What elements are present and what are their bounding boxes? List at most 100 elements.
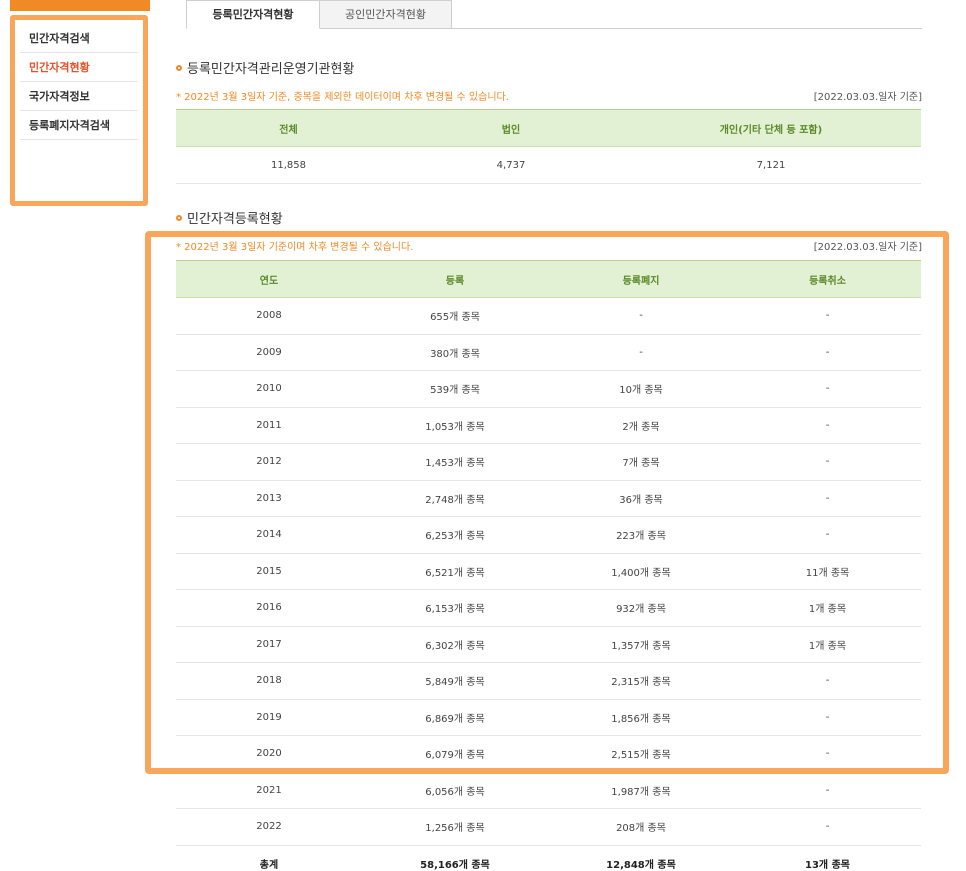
table-cell: -: [734, 699, 921, 736]
table-row: 2011 1,053개 종목 2개 종목 -: [176, 407, 921, 444]
table-cell: 6,056개 종목: [362, 772, 548, 809]
table-cell: 10개 종목: [548, 370, 734, 408]
table-cell: 2008: [176, 297, 362, 335]
basis-date: [2022.03.03.일자 기준]: [813, 92, 922, 103]
table-row: 2022 1,256개 종목 208개 종목 -: [176, 808, 921, 846]
registration-status-table: 연도 등록 등록폐지 등록취소 2008 655개 종목 - -2009 380개 종목…: [176, 260, 921, 871]
table-cell: 2018: [176, 662, 362, 700]
table-header-row: 연도 등록 등록폐지 등록취소: [176, 260, 921, 298]
sidebar-item-national-cert-info[interactable]: 국가자격정보: [20, 82, 138, 111]
table-cell: -: [734, 407, 921, 444]
table-cell: -: [734, 772, 921, 809]
column-header: 개인(기타 단체 등 포함): [621, 109, 921, 147]
table-cell: -: [548, 334, 734, 371]
table-cell: 539개 종목: [362, 370, 548, 408]
bullet-icon: [176, 215, 182, 221]
tab-accredited-private-cert[interactable]: 공인민간자격현황: [320, 0, 452, 29]
table-cell: -: [734, 516, 921, 554]
total-cell: 58,166개 종목: [420, 860, 490, 871]
table-cell: 6,253개 종목: [362, 516, 548, 554]
column-header: 등록취소: [734, 260, 921, 298]
table-cell: 2015: [176, 553, 362, 590]
table-cell: 4,737: [401, 146, 621, 184]
table-cell: 11개 종목: [734, 553, 921, 590]
table-row: 2008 655개 종목 - -: [176, 297, 921, 335]
table-cell: 1,053개 종목: [362, 407, 548, 444]
table-cell: 2,748개 종목: [362, 480, 548, 517]
table-cell: 380개 종목: [362, 334, 548, 371]
table-header-row: 전체 법인 개인(기타 단체 등 포함): [176, 109, 921, 147]
table-cell: 7개 종목: [548, 443, 734, 481]
total-cell: 총계: [259, 860, 279, 871]
table-cell: 2022: [176, 808, 362, 846]
table-cell: -: [734, 662, 921, 700]
table-cell: 2,315개 종목: [548, 662, 734, 700]
table-cell: 1,357개 종목: [548, 626, 734, 663]
total-cell: 12,848개 종목: [606, 860, 676, 871]
section-title-text: 등록민간자격관리운영기관현황: [187, 62, 355, 77]
table-cell: 2021: [176, 772, 362, 809]
table-cell: -: [734, 735, 921, 773]
section-title-operators: 등록민간자격관리운영기관현황: [176, 58, 354, 77]
table-cell: -: [734, 808, 921, 846]
table-cell: 223개 종목: [548, 516, 734, 554]
table-cell: -: [734, 480, 921, 517]
table-cell: 2012: [176, 443, 362, 481]
table-cell: -: [734, 370, 921, 408]
table-cell: 1,987개 종목: [548, 772, 734, 809]
section-note: * 2022년 3월 3일자 기준, 중복을 제외한 데이터이며 차후 변경될 …: [176, 92, 509, 103]
sidebar-nav: 민간자격검색 민간자격현황 국가자격정보 등록폐지자격검색: [20, 24, 138, 140]
sidebar-item-private-cert-search[interactable]: 민간자격검색: [20, 24, 138, 53]
table-row: 2015 6,521개 종목 1,400개 종목 11개 종목: [176, 553, 921, 590]
table-cell: 6,302개 종목: [362, 626, 548, 663]
table-row: 2021 6,056개 종목 1,987개 종목 -: [176, 772, 921, 809]
tab-registered-private-cert[interactable]: 등록민간자격현황: [186, 0, 320, 29]
table-cell: 2009: [176, 334, 362, 371]
table-cell: 2020: [176, 735, 362, 773]
table-cell: 2011: [176, 407, 362, 444]
table-cell: 6,869개 종목: [362, 699, 548, 736]
table-cell: 2016: [176, 589, 362, 627]
table-cell: 6,521개 종목: [362, 553, 548, 590]
sidebar-item-private-cert-status[interactable]: 민간자격현황: [20, 53, 138, 82]
table-cell: 208개 종목: [548, 808, 734, 846]
table-cell: 2014: [176, 516, 362, 554]
table-row: 2016 6,153개 종목 932개 종목 1개 종목: [176, 589, 921, 627]
column-header: 등록: [362, 260, 548, 298]
table-row: 2018 5,849개 종목 2,315개 종목 -: [176, 662, 921, 700]
section-title-text: 민간자격등록현황: [187, 212, 283, 227]
table-row: 2012 1,453개 종목 7개 종목 -: [176, 443, 921, 481]
basis-date: [2022.03.03.일자 기준]: [813, 242, 922, 253]
table-cell: 6,153개 종목: [362, 589, 548, 627]
table-row: 11,858 4,737 7,121: [176, 146, 921, 184]
table-cell: 5,849개 종목: [362, 662, 548, 700]
table-row: 2014 6,253개 종목 223개 종목 -: [176, 516, 921, 554]
table-cell: 1,453개 종목: [362, 443, 548, 481]
sidebar-top-bar: [10, 0, 150, 11]
table-cell: 36개 종목: [548, 480, 734, 517]
table-row: 2013 2,748개 종목 36개 종목 -: [176, 480, 921, 517]
table-cell: 1,400개 종목: [548, 553, 734, 590]
sidebar-item-abolished-cert-search[interactable]: 등록폐지자격검색: [20, 111, 138, 140]
table-cell: -: [548, 297, 734, 335]
table-row: 2010 539개 종목 10개 종목 -: [176, 370, 921, 408]
table-cell: 932개 종목: [548, 589, 734, 627]
table-row: 2009 380개 종목 - -: [176, 334, 921, 371]
table-cell: 7,121: [621, 146, 921, 184]
table-cell: 655개 종목: [362, 297, 548, 335]
table-cell: 1,856개 종목: [548, 699, 734, 736]
table-cell: 2010: [176, 370, 362, 408]
table-cell: 11,858: [176, 146, 401, 184]
table-cell: 2019: [176, 699, 362, 736]
column-header: 법인: [401, 109, 621, 147]
table-cell: 1개 종목: [734, 589, 921, 627]
table-cell: 2013: [176, 480, 362, 517]
tab-bar: 등록민간자격현황 공인민간자격현황: [186, 0, 922, 29]
table-row: 2020 6,079개 종목 2,515개 종목 -: [176, 735, 921, 773]
section-note: * 2022년 3월 3일자 기준이며 차후 변경될 수 있습니다.: [176, 242, 414, 253]
table-row: 2017 6,302개 종목 1,357개 종목 1개 종목: [176, 626, 921, 663]
column-header: 연도: [176, 260, 362, 298]
table-cell: 1,256개 종목: [362, 808, 548, 846]
table-row: 2019 6,869개 종목 1,856개 종목 -: [176, 699, 921, 736]
operators-summary-table: 전체 법인 개인(기타 단체 등 포함) 11,858 4,737 7,121: [176, 109, 921, 184]
